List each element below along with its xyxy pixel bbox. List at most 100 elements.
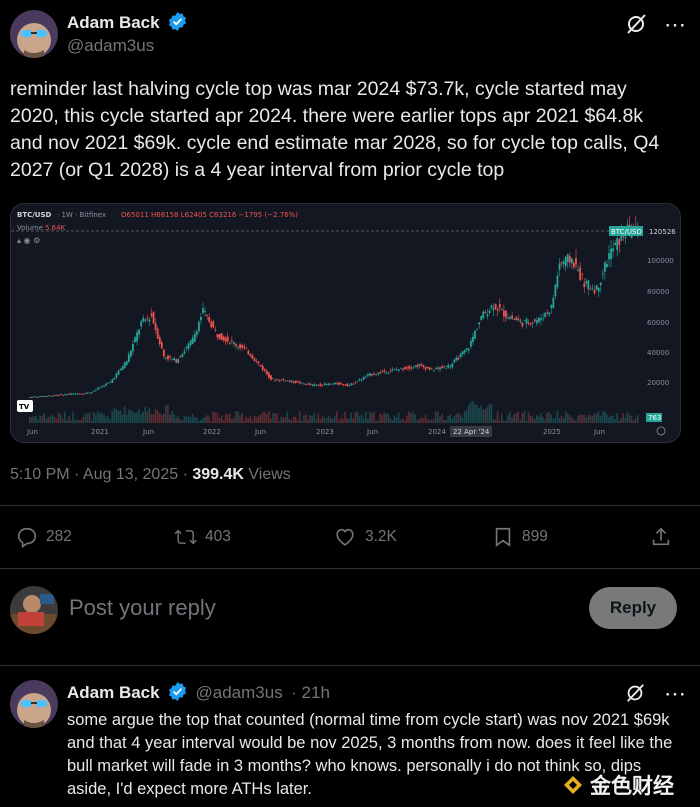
reply-button[interactable]: 282 bbox=[16, 526, 72, 548]
tweet-time[interactable]: 5:10 PM · Aug 13, 2025 · bbox=[10, 466, 192, 483]
reply-time[interactable]: · 21h bbox=[291, 683, 330, 702]
volume-bar bbox=[393, 415, 396, 423]
volume-bar bbox=[449, 414, 452, 423]
candle-body bbox=[43, 396, 46, 397]
volume-bar bbox=[202, 417, 204, 423]
volume-bar bbox=[373, 411, 375, 423]
reply-author-name[interactable]: Adam Back bbox=[67, 683, 160, 702]
volume-bar bbox=[472, 401, 474, 423]
candle-body bbox=[154, 323, 157, 330]
volume-bar bbox=[195, 417, 198, 423]
current-user-avatar[interactable] bbox=[10, 586, 58, 634]
bookmark-count: 899 bbox=[522, 528, 548, 545]
author-handle[interactable]: @adam3us bbox=[67, 36, 154, 56]
candle-body bbox=[500, 309, 503, 311]
divider bbox=[0, 665, 700, 666]
volume-bar bbox=[622, 413, 625, 423]
reply-author-avatar[interactable] bbox=[10, 680, 58, 728]
reply-submit-button[interactable]: Reply bbox=[589, 587, 677, 629]
candle-body bbox=[105, 383, 108, 386]
volume-bar bbox=[101, 412, 103, 423]
volume-bar bbox=[265, 413, 268, 423]
bookmark-button[interactable]: 899 bbox=[492, 526, 548, 548]
volume-bar bbox=[228, 413, 231, 423]
like-button[interactable]: 3.2K bbox=[333, 526, 397, 548]
candle-body bbox=[317, 384, 320, 386]
candle-body bbox=[288, 380, 291, 382]
volume-bar bbox=[511, 417, 513, 423]
x-tick-11: Jun bbox=[593, 428, 605, 436]
candle-body bbox=[80, 393, 83, 395]
candle-body bbox=[540, 318, 542, 321]
reply-icon bbox=[17, 527, 37, 548]
candle-body bbox=[599, 282, 602, 286]
candle-body bbox=[587, 280, 590, 290]
reply-input[interactable]: Post your reply bbox=[69, 595, 216, 621]
candle-body bbox=[492, 308, 495, 311]
volume-bar bbox=[53, 416, 56, 423]
volume-bar bbox=[336, 411, 338, 423]
candle-body bbox=[51, 396, 54, 397]
more-options-icon[interactable]: ⋯ bbox=[664, 12, 687, 38]
candle-body bbox=[210, 321, 213, 328]
candle-body bbox=[134, 337, 136, 343]
candle-body bbox=[226, 336, 229, 342]
candle-body bbox=[447, 364, 450, 368]
tweet-chart-image[interactable]: BTC/USD · 1W · Bitfinex O65011 H68158 L6… bbox=[10, 203, 681, 443]
candle-body bbox=[465, 348, 468, 350]
candle-body bbox=[416, 365, 419, 368]
author-name[interactable]: Adam Back bbox=[67, 13, 160, 32]
volume-bar bbox=[288, 418, 291, 423]
volume-bar bbox=[451, 419, 454, 423]
candle-body bbox=[243, 346, 246, 348]
grok-icon[interactable] bbox=[624, 12, 648, 41]
volume-bar bbox=[552, 418, 555, 423]
volume-bar bbox=[210, 420, 212, 423]
tradingview-logo-text: TV bbox=[19, 403, 30, 411]
volume-bar bbox=[470, 401, 472, 423]
candle-body bbox=[362, 377, 365, 380]
candle-body bbox=[490, 305, 493, 308]
candle-body bbox=[177, 359, 180, 363]
candle-body bbox=[319, 383, 322, 386]
x-tick-10: 2025 bbox=[543, 428, 561, 436]
volume-bar bbox=[212, 411, 215, 423]
volume-bar bbox=[37, 419, 39, 423]
candle-body bbox=[152, 312, 155, 324]
verified-badge-icon bbox=[169, 682, 187, 701]
volume-bar bbox=[55, 418, 58, 423]
candle-body bbox=[356, 381, 359, 382]
volume-bar bbox=[496, 411, 499, 423]
volume-bar bbox=[177, 415, 179, 423]
share-button[interactable] bbox=[650, 526, 672, 548]
volume-bar bbox=[113, 408, 116, 423]
grok-icon[interactable] bbox=[624, 682, 646, 709]
volume-bar bbox=[542, 417, 544, 423]
repost-button[interactable]: 403 bbox=[173, 526, 231, 548]
volume-bar bbox=[311, 415, 313, 423]
volume-bar bbox=[636, 415, 639, 423]
volume-bar bbox=[575, 420, 577, 423]
chart-ohlc: O65011 H68158 L62405 C63216 −1795 (−2.76… bbox=[121, 211, 298, 219]
candle-body bbox=[562, 261, 565, 265]
candle-body bbox=[422, 364, 425, 367]
volume-bar bbox=[334, 416, 336, 423]
candle-body bbox=[379, 372, 382, 374]
reply-author-handle[interactable]: @adam3us bbox=[196, 683, 283, 702]
candle-body bbox=[498, 304, 501, 308]
volume-bar bbox=[474, 404, 476, 423]
author-name-row[interactable]: Adam Back bbox=[67, 12, 187, 33]
author-avatar[interactable] bbox=[10, 10, 58, 58]
volume-bar bbox=[296, 420, 299, 423]
candle-body bbox=[78, 393, 81, 395]
volume-bar bbox=[216, 412, 219, 423]
candle-body bbox=[375, 374, 378, 376]
more-options-icon[interactable]: ⋯ bbox=[664, 681, 686, 707]
divider bbox=[0, 505, 700, 506]
candle-body bbox=[224, 338, 227, 342]
candle-body bbox=[191, 337, 194, 344]
candle-body bbox=[461, 351, 464, 355]
y-tick-2: 80000 bbox=[647, 288, 669, 296]
candle-body bbox=[544, 312, 547, 317]
volume-bars bbox=[29, 401, 639, 423]
